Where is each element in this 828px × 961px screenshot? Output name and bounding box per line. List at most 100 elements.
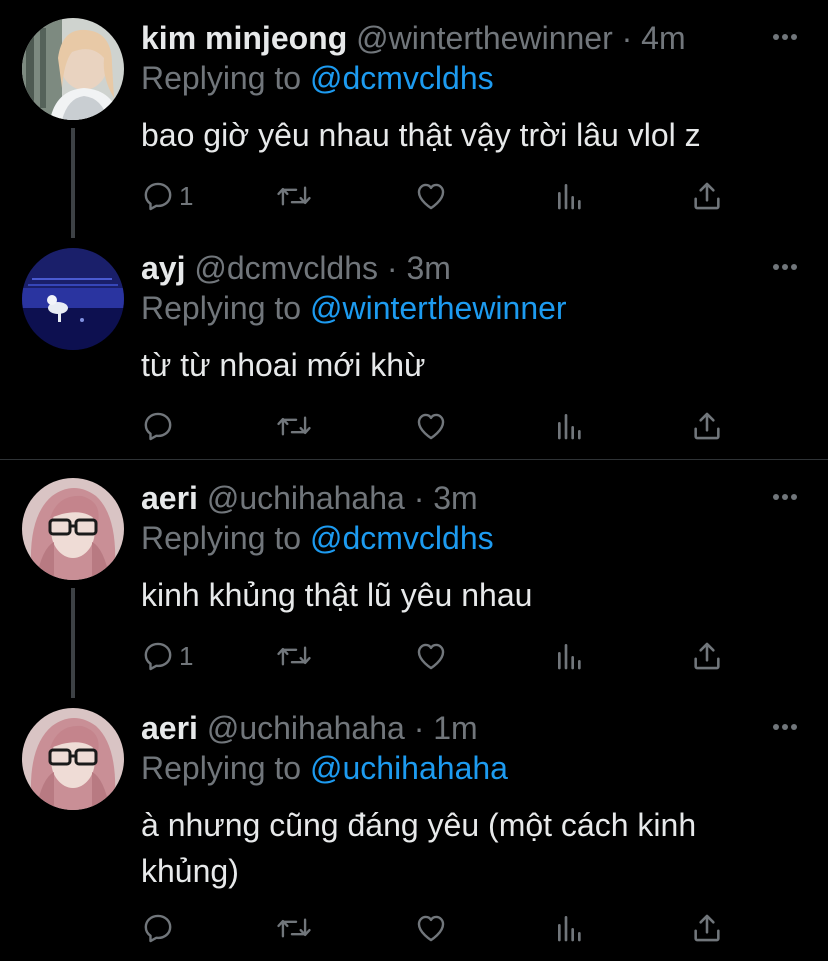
timestamp[interactable]: 4m	[641, 20, 685, 56]
tweet-text: từ từ nhoai mới khừ	[141, 347, 426, 383]
analytics-icon	[558, 414, 581, 440]
analytics-button[interactable]	[554, 176, 586, 216]
tweet-text: bao giờ yêu nhau thật vậy trời lâu vlol …	[141, 117, 701, 153]
replying-prefix: Replying to	[141, 60, 302, 96]
user-handle[interactable]: @uchihahaha	[207, 710, 405, 746]
analytics-button[interactable]	[554, 406, 586, 446]
reply-icon	[144, 914, 172, 943]
user-avatar-photo-icon	[22, 708, 124, 810]
user-handle[interactable]: @uchihahaha	[207, 480, 405, 516]
replying-prefix: Replying to	[141, 750, 302, 786]
more-button[interactable]	[772, 712, 798, 742]
like-icon	[417, 413, 445, 440]
retweet-icon	[277, 416, 311, 436]
replying-prefix: Replying to	[141, 290, 302, 326]
replying-to: Replying to @dcmvcldhs	[141, 58, 494, 98]
more-button[interactable]	[772, 252, 798, 282]
reply-count: 1	[179, 640, 194, 671]
avatar[interactable]	[22, 478, 124, 580]
more-icon	[773, 494, 797, 500]
timestamp[interactable]: 3m	[406, 250, 450, 286]
analytics-button[interactable]	[554, 908, 586, 948]
share-button[interactable]	[690, 908, 724, 948]
retweet-button[interactable]	[276, 406, 312, 446]
reply-icon	[144, 642, 172, 671]
share-icon	[694, 412, 720, 440]
timestamp[interactable]: 3m	[433, 480, 477, 516]
retweet-icon	[277, 918, 311, 938]
like-icon	[417, 183, 445, 210]
tweet-header: kim minjeong @winterthewinner · 4m	[141, 18, 768, 58]
separator-dot: ·	[413, 710, 425, 746]
replying-prefix: Replying to	[141, 520, 302, 556]
reply-count: 1	[179, 180, 194, 211]
analytics-icon	[558, 916, 581, 942]
more-icon	[773, 264, 797, 270]
avatar[interactable]	[22, 18, 124, 120]
share-button[interactable]	[690, 406, 724, 446]
more-icon	[773, 724, 797, 730]
more-button[interactable]	[772, 22, 798, 52]
like-button[interactable]	[414, 176, 448, 216]
retweet-button[interactable]	[276, 636, 312, 676]
replying-to: Replying to @uchihahaha	[141, 748, 508, 788]
reply-icon	[144, 182, 172, 211]
analytics-icon	[558, 184, 581, 210]
more-button[interactable]	[772, 482, 798, 512]
mention-link[interactable]: @dcmvcldhs	[310, 60, 494, 96]
tweet[interactable]: aeri @uchihahaha · 3m Replying to @dcmvc…	[0, 460, 828, 690]
mention-link[interactable]: @uchihahaha	[310, 750, 508, 786]
like-button[interactable]	[414, 636, 448, 676]
reply-button[interactable]: 1	[141, 176, 193, 216]
conversation-feed: kim minjeong @winterthewinner · 4m Reply…	[0, 0, 828, 961]
tweet-header: ayj @dcmvcldhs · 3m	[141, 248, 768, 288]
retweet-button[interactable]	[276, 176, 312, 216]
separator-dot: ·	[621, 20, 633, 56]
avatar[interactable]	[22, 708, 124, 810]
retweet-icon	[277, 186, 311, 206]
user-handle[interactable]: @winterthewinner	[356, 20, 613, 56]
share-icon	[694, 182, 720, 210]
display-name[interactable]: ayj	[141, 250, 185, 286]
tweet[interactable]: ayj @dcmvcldhs · 3m Replying to @wintert…	[0, 230, 828, 460]
tweet[interactable]: kim minjeong @winterthewinner · 4m Reply…	[0, 0, 828, 230]
like-button[interactable]	[414, 406, 448, 446]
reply-button[interactable]	[141, 406, 179, 446]
share-icon	[694, 914, 720, 942]
separator-dot: ·	[386, 250, 398, 286]
share-icon	[694, 642, 720, 670]
tweet[interactable]: aeri @uchihahaha · 1m Replying to @uchih…	[0, 690, 828, 961]
user-avatar-photo-icon	[22, 18, 124, 120]
display-name[interactable]: kim minjeong	[141, 20, 347, 56]
share-button[interactable]	[690, 176, 724, 216]
retweet-icon	[277, 646, 311, 666]
avatar[interactable]	[22, 248, 124, 350]
reply-button[interactable]	[141, 908, 179, 948]
tweet-actions	[0, 908, 828, 948]
analytics-button[interactable]	[554, 636, 586, 676]
separator-dot: ·	[413, 480, 425, 516]
user-avatar-photo-icon	[22, 478, 124, 580]
retweet-button[interactable]	[276, 908, 312, 948]
like-button[interactable]	[414, 908, 448, 948]
tweet-text: à nhưng cũng đáng yêu (một cách kinh khủ…	[141, 807, 697, 889]
display-name[interactable]: aeri	[141, 480, 198, 516]
more-icon	[773, 34, 797, 40]
share-button[interactable]	[690, 636, 724, 676]
tweet-header: aeri @uchihahaha · 1m	[141, 708, 768, 748]
mention-link[interactable]: @winterthewinner	[310, 290, 567, 326]
analytics-icon	[558, 644, 581, 670]
tweet-actions: 1	[0, 176, 828, 216]
reply-icon	[144, 412, 172, 441]
replying-to: Replying to @dcmvcldhs	[141, 518, 494, 558]
replying-to: Replying to @winterthewinner	[141, 288, 567, 328]
user-handle[interactable]: @dcmvcldhs	[194, 250, 378, 286]
like-icon	[417, 643, 445, 670]
tweet-actions: 1	[0, 636, 828, 676]
timestamp[interactable]: 1m	[433, 710, 477, 746]
mention-link[interactable]: @dcmvcldhs	[310, 520, 494, 556]
tweet-header: aeri @uchihahaha · 3m	[141, 478, 768, 518]
like-icon	[417, 915, 445, 942]
reply-button[interactable]: 1	[141, 636, 193, 676]
display-name[interactable]: aeri	[141, 710, 198, 746]
